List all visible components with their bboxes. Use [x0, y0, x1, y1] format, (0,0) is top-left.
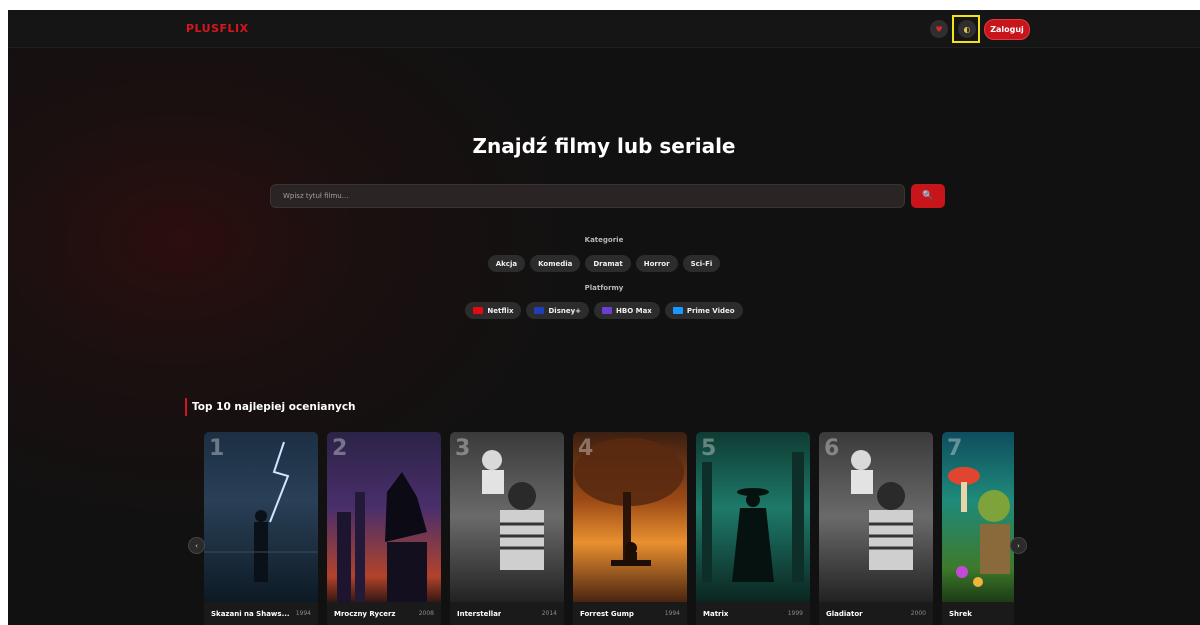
rank-number: 2: [332, 436, 348, 461]
hero-title: Znajdź filmy lub seriale: [472, 134, 736, 158]
hbo-max-logo-icon: [602, 307, 613, 314]
category-chip-dramat[interactable]: Dramat: [585, 255, 631, 272]
card-footer: Interstellar 2014: [450, 602, 564, 625]
card-footer: Gladiator 2000: [819, 602, 933, 625]
top-navbar: PLUSFLIX ♥ ◐ Zaloguj: [8, 10, 1200, 48]
movie-carousel: 1 Skazani na Shaws... 1994 2 Mroczny Ryc…: [204, 432, 1014, 625]
platform-chips: Netflix Disney+ HBO Max Prime Video: [8, 302, 1200, 319]
rank-number: 6: [824, 436, 840, 461]
search-icon: 🔍: [922, 191, 934, 201]
theme-toggle-button[interactable]: ◐: [958, 20, 976, 38]
category-chip-sci-fi[interactable]: Sci-Fi: [682, 255, 721, 272]
search-button[interactable]: 🔍: [911, 184, 945, 208]
movie-title: Gladiator: [826, 609, 863, 618]
movie-year: 2008: [418, 610, 434, 617]
disney-logo-icon: [534, 307, 545, 314]
movie-title: Interstellar: [457, 609, 502, 618]
movie-card[interactable]: 5 Matrix 1999: [696, 432, 810, 625]
movie-card[interactable]: 4 Forrest Gump 1994: [573, 432, 687, 625]
top10-heading: Top 10 najlepiej ocenianych: [185, 398, 356, 416]
chevron-left-icon: ‹: [195, 541, 198, 550]
card-footer: Shrek: [942, 602, 1014, 625]
movie-card[interactable]: 7 Shrek: [942, 432, 1014, 625]
movie-title: Skazani na Shaws...: [211, 609, 290, 618]
carousel-prev-button[interactable]: ‹: [188, 537, 205, 554]
rank-number: 1: [209, 436, 225, 461]
logo[interactable]: PLUSFLIX: [186, 22, 249, 35]
card-footer: Mroczny Rycerz 2008: [327, 602, 441, 625]
movie-card[interactable]: 3 Interstellar 2014: [450, 432, 564, 625]
chevron-right-icon: ›: [1017, 541, 1020, 550]
category-chip-akcja[interactable]: Akcja: [487, 255, 526, 272]
netflix-logo-icon: [473, 307, 484, 314]
heart-icon: ♥: [935, 24, 943, 34]
category-chips: Akcja Komedia Dramat Horror Sci-Fi: [8, 255, 1200, 272]
movie-year: 1994: [295, 610, 311, 617]
movie-title: Shrek: [949, 609, 972, 618]
movie-card[interactable]: 2 Mroczny Rycerz 2008: [327, 432, 441, 625]
movie-year: 1999: [787, 610, 803, 617]
movie-year: 1994: [664, 610, 680, 617]
theme-toggle-icon: ◐: [963, 24, 971, 34]
card-footer: Forrest Gump 1994: [573, 602, 687, 625]
favorites-button[interactable]: ♥: [930, 20, 948, 38]
card-footer: Matrix 1999: [696, 602, 810, 625]
movie-card[interactable]: 6 Gladiator 2000: [819, 432, 933, 625]
page: PLUSFLIX ♥ ◐ Zaloguj Znajdź filmy lub se…: [8, 10, 1200, 625]
platform-label: Netflix: [487, 306, 514, 315]
platform-label: Prime Video: [686, 306, 735, 315]
platforms-label: Platformy: [584, 284, 624, 292]
rank-number: 7: [947, 436, 963, 461]
rank-number: 3: [455, 436, 471, 461]
movie-title: Matrix: [703, 609, 729, 618]
login-button[interactable]: Zaloguj: [984, 19, 1030, 40]
movie-title: Mroczny Rycerz: [334, 609, 396, 618]
category-chip-komedia[interactable]: Komedia: [530, 255, 581, 272]
movie-year: 2014: [541, 610, 557, 617]
rank-number: 5: [701, 436, 717, 461]
search-input[interactable]: [270, 184, 905, 208]
prime-video-logo-icon: [672, 307, 683, 314]
platform-label: Disney+: [548, 306, 582, 315]
platform-chip-prime-video[interactable]: Prime Video: [664, 302, 743, 319]
movie-year: 2000: [910, 610, 926, 617]
rank-number: 4: [578, 436, 594, 461]
platform-chip-hbo-max[interactable]: HBO Max: [594, 302, 660, 319]
platform-label: HBO Max: [616, 306, 652, 315]
category-chip-horror[interactable]: Horror: [635, 255, 678, 272]
platform-chip-disney[interactable]: Disney+: [526, 302, 590, 319]
categories-label: Kategorie: [584, 236, 624, 244]
carousel-next-button[interactable]: ›: [1010, 537, 1027, 554]
platform-chip-netflix[interactable]: Netflix: [465, 302, 522, 319]
movie-card[interactable]: 1 Skazani na Shaws... 1994: [204, 432, 318, 625]
card-footer: Skazani na Shaws... 1994: [204, 602, 318, 625]
movie-title: Forrest Gump: [580, 609, 634, 618]
